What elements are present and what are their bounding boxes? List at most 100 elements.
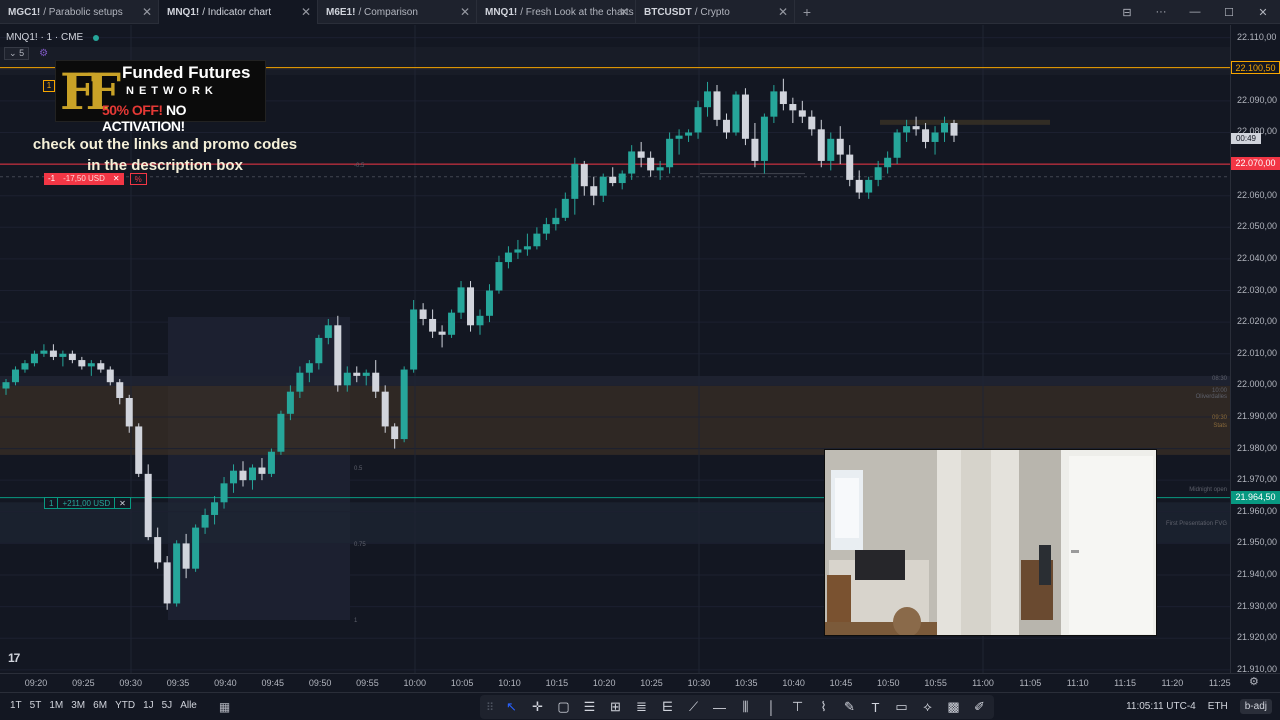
- tab-mgc1[interactable]: MGC1! / Parabolic setups ✕: [0, 0, 159, 24]
- candle-body: [694, 107, 702, 133]
- candle-body: [277, 413, 285, 452]
- range-1y[interactable]: 1J: [143, 700, 154, 714]
- pattern-icon[interactable]: ▩: [945, 699, 962, 715]
- close-window-button[interactable]: ✕: [1246, 6, 1280, 19]
- percent-toggle[interactable]: %: [129, 173, 147, 185]
- range-5d[interactable]: 5T: [30, 700, 42, 714]
- candle-body: [571, 164, 579, 199]
- time-tick: 09:50: [308, 678, 332, 688]
- callout-icon[interactable]: ▭: [893, 699, 910, 715]
- grid-icon[interactable]: ⊞: [607, 699, 624, 715]
- tab-mnq1-indicator[interactable]: MNQ1! / Indicator chart ✕: [159, 0, 318, 24]
- ruler-icon[interactable]: ⟡: [919, 699, 936, 715]
- price-range-icon[interactable]: ⊤: [789, 699, 806, 715]
- session-level-label: 08:30: [1212, 376, 1228, 382]
- close-icon[interactable]: ✕: [301, 5, 311, 19]
- candle-body: [827, 138, 835, 161]
- candle-body: [599, 176, 607, 196]
- time-tick: 09:45: [261, 678, 285, 688]
- candle-body: [391, 426, 399, 440]
- candle-body: [514, 249, 522, 253]
- range-5y[interactable]: 5J: [162, 700, 173, 714]
- gear-icon[interactable]: ⚙: [39, 48, 48, 59]
- tradingview-logo[interactable]: 17: [8, 651, 20, 665]
- candle-body: [97, 363, 105, 370]
- position-line[interactable]: 1 +211,00 USD ✕: [44, 497, 131, 509]
- add-tab-button[interactable]: +: [795, 0, 819, 23]
- close-icon[interactable]: ✕: [142, 5, 152, 19]
- calendar-icon[interactable]: ▦: [219, 700, 230, 714]
- candle-body: [628, 151, 636, 174]
- brush-icon[interactable]: ✎: [841, 699, 858, 715]
- time-axis[interactable]: 09:20 09:25 09:30 09:35 09:40 09:45 09:50 09:55…: [0, 673, 1280, 692]
- tab-m6e1[interactable]: M6E1! / Comparison ✕: [318, 0, 477, 24]
- pitchfork-icon[interactable]: ≣: [633, 699, 650, 715]
- maximize-button[interactable]: ☐: [1212, 6, 1246, 19]
- fib-level-label: -0.5: [354, 163, 365, 169]
- price-tick: 21.990,00: [1237, 410, 1278, 421]
- minimize-button[interactable]: —: [1178, 6, 1212, 18]
- candle-body: [267, 451, 275, 474]
- range-1d[interactable]: 1T: [10, 700, 22, 714]
- tab-title: / Indicator chart: [202, 6, 272, 18]
- adjustment-toggle[interactable]: b-adj: [1239, 699, 1272, 714]
- drag-handle-icon[interactable]: ⠿: [486, 701, 494, 714]
- more-button[interactable]: ···: [1144, 6, 1178, 18]
- horizontal-line-icon[interactable]: —: [711, 700, 728, 715]
- candle-body: [504, 252, 512, 263]
- candle-body: [637, 151, 645, 158]
- candle-body: [305, 363, 313, 373]
- range-3m[interactable]: 3M: [71, 700, 85, 714]
- cursor-icon[interactable]: ↖: [503, 699, 520, 715]
- text-icon[interactable]: T: [867, 700, 884, 715]
- range-all[interactable]: Alle: [180, 700, 197, 714]
- vertical-line-icon[interactable]: │: [763, 700, 780, 715]
- candle-body: [2, 382, 10, 389]
- trend-line-icon[interactable]: ⟋: [685, 699, 702, 715]
- candle-body: [182, 543, 190, 569]
- candle-body: [552, 217, 560, 225]
- range-1m[interactable]: 1M: [49, 700, 63, 714]
- candle-body: [836, 138, 844, 155]
- crosshair-icon[interactable]: ✛: [529, 699, 546, 715]
- annotation-icon[interactable]: ✐: [971, 699, 988, 715]
- candle-body: [685, 132, 693, 136]
- tab-mnq1-fresh[interactable]: MNQ1! / Fresh Look at the charts ✕: [477, 0, 636, 24]
- rectangle-icon[interactable]: ▢: [555, 699, 572, 715]
- symbol-title[interactable]: MNQ1! · 1 · CME: [6, 32, 83, 43]
- candle-body: [751, 138, 759, 161]
- fib-level-label: 0.5: [354, 466, 363, 472]
- price-axis[interactable]: 22.110,00 22.090,00 22.080,00 22.060,00 22.0…: [1230, 25, 1280, 674]
- candle-body: [476, 315, 484, 326]
- tab-btcusdt[interactable]: BTCUSDT / Crypto ✕: [636, 0, 795, 24]
- close-icon[interactable]: ✕: [460, 5, 470, 19]
- fvg-label: First Presentation FVG: [1166, 521, 1227, 527]
- symbol-legend[interactable]: MNQ1! · 1 · CME: [6, 32, 100, 43]
- tab-title: / Fresh Look at the charts: [520, 6, 634, 18]
- clock[interactable]: 11:05:11 UTC-4: [1126, 701, 1196, 712]
- close-icon[interactable]: ✕: [114, 498, 130, 508]
- take-profit-order[interactable]: -1 -17,50 USD ✕ %: [44, 173, 147, 185]
- candle-body: [381, 391, 389, 427]
- order-marker-top[interactable]: 1: [43, 80, 55, 92]
- time-tick: 10:50: [877, 678, 900, 688]
- candle-body: [922, 129, 930, 142]
- range-ytd[interactable]: YTD: [115, 700, 135, 714]
- close-icon[interactable]: ✕: [108, 173, 124, 185]
- fib-retracement-icon[interactable]: ☰: [581, 699, 598, 715]
- price-tick: 21.920,00: [1237, 632, 1278, 643]
- close-icon[interactable]: ✕: [778, 5, 788, 19]
- gear-icon[interactable]: ⚙: [1249, 675, 1259, 688]
- time-tick: 10:35: [734, 678, 758, 688]
- candle-body: [163, 562, 171, 604]
- path-icon[interactable]: ⌇: [815, 699, 832, 715]
- session-toggle[interactable]: ETH: [1208, 701, 1228, 712]
- range-6m[interactable]: 6M: [93, 700, 107, 714]
- indicators-toggle[interactable]: ⌄ 5: [4, 47, 30, 60]
- candle-body: [789, 104, 797, 111]
- close-icon[interactable]: ✕: [619, 5, 629, 19]
- layout-icon[interactable]: ⊟: [1110, 6, 1144, 19]
- candle-body: [135, 426, 143, 474]
- long-position-icon[interactable]: ⫼: [737, 699, 754, 715]
- parallel-channel-icon[interactable]: ⋿: [659, 699, 676, 715]
